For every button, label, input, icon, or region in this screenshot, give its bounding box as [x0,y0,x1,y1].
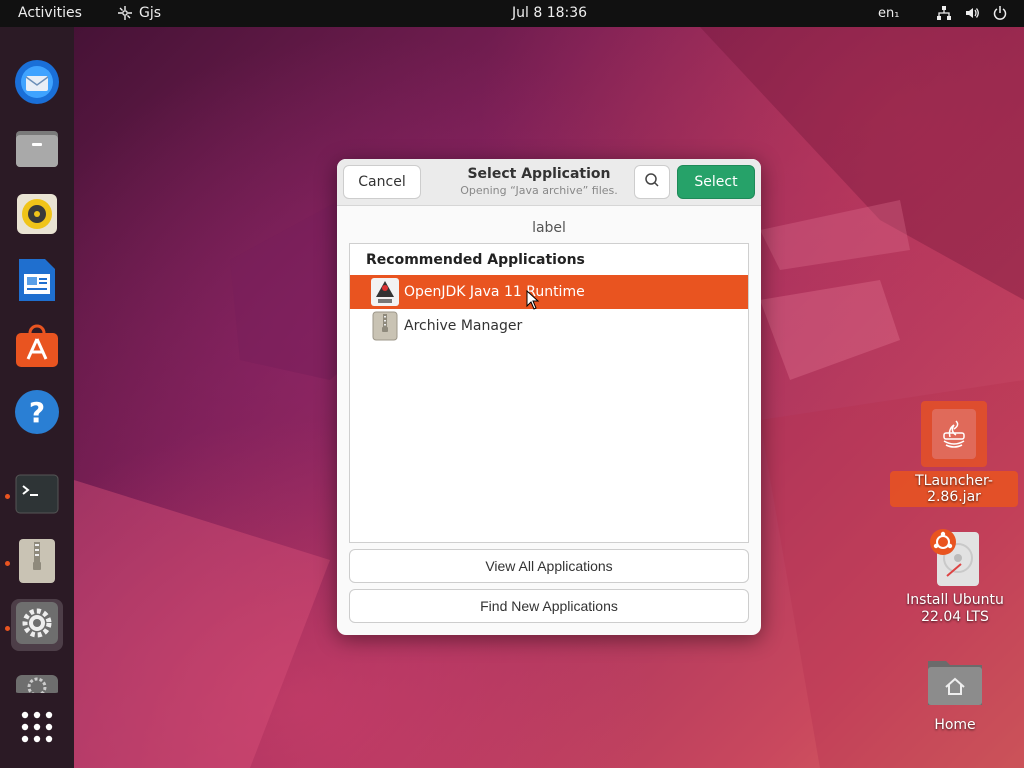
top-bar: Activities Gjs Jul 8 18:36 en₁ [0,0,1024,27]
thunderbird-icon [13,58,61,110]
dialog-title: Select Application [467,166,611,182]
svg-text:?: ? [29,396,45,429]
show-apps-icon [20,710,54,748]
list-item[interactable]: OpenJDK Java 11 Runtime [350,275,748,309]
dialog-headerbar: Cancel Select Application Opening “Java … [337,159,761,206]
gjs-app-icon [117,5,133,21]
writer-icon [17,257,57,307]
activities-button[interactable]: Activities [18,5,82,21]
select-button[interactable]: Select [677,165,755,199]
home-folder-icon [926,655,984,709]
search-icon [644,172,660,192]
select-application-dialog: Cancel Select Application Opening “Java … [337,159,761,635]
clock[interactable]: Jul 8 18:36 [512,5,587,21]
archive-icon [370,311,400,341]
power-icon [992,5,1008,21]
cancel-button[interactable]: Cancel [343,165,421,199]
list-heading: Recommended Applications [366,252,585,268]
app-menu[interactable]: Gjs [117,5,161,21]
find-new-applications-button[interactable]: Find New Applications [349,589,749,623]
network-icon [936,5,952,21]
app-center-icon [14,323,60,373]
dock-item-thunderbird[interactable] [11,58,63,110]
search-button[interactable] [634,165,670,199]
desktop-icon-install-ubuntu[interactable]: Install Ubuntu 22.04 LTS [900,526,1010,626]
desktop-icon-label: Home [934,717,976,733]
language-indicator[interactable]: en₁ [878,6,899,21]
desktop-icon-label: Install Ubuntu 22.04 LTS [906,592,1004,625]
dock-item-settings[interactable] [11,599,63,651]
dock-item-writer[interactable] [11,256,63,308]
view-all-applications-button[interactable]: View All Applications [349,549,749,583]
desktop-icon-home[interactable]: Home [910,655,1000,733]
dock-item-terminal[interactable] [11,470,63,522]
updater-icon [15,667,59,693]
system-tray[interactable] [936,5,1008,21]
list-item-label: OpenJDK Java 11 Runtime [404,284,585,300]
running-indicator [5,494,10,499]
desktop-icon-label: TLauncher-2.86.jar [890,471,1018,507]
dialog-label: label [532,220,566,236]
dock: ? [0,27,74,768]
mouse-cursor-icon [526,289,540,314]
java-icon [921,401,987,467]
terminal-icon [15,474,59,518]
settings-icon [15,601,59,649]
desktop-icon-tlauncher[interactable]: TLauncher-2.86.jar [890,401,1018,507]
running-indicator [5,626,10,631]
java-icon [370,277,400,307]
list-item[interactable]: Archive Manager [350,309,748,343]
application-list[interactable]: Recommended Applications OpenJDK Java 11… [349,243,749,543]
list-item-label: Archive Manager [404,318,523,334]
dock-item-help[interactable]: ? [11,388,63,440]
help-icon: ? [14,389,60,439]
running-indicator [5,561,10,566]
archive-manager-icon [18,538,56,588]
install-ubuntu-icon [925,526,985,588]
app-name: Gjs [139,5,162,21]
rhythmbox-icon [15,192,59,240]
dock-item-app-center[interactable] [11,322,63,374]
dock-item-updater[interactable] [11,667,63,693]
files-icon [14,125,60,175]
dock-item-rhythmbox[interactable] [11,190,63,242]
show-apps-button[interactable] [11,703,63,755]
dialog-subtitle: Opening “Java archive” files. [460,184,618,197]
volume-icon [964,5,980,21]
dock-item-archive-manager[interactable] [11,537,63,589]
dock-item-files[interactable] [11,124,63,176]
